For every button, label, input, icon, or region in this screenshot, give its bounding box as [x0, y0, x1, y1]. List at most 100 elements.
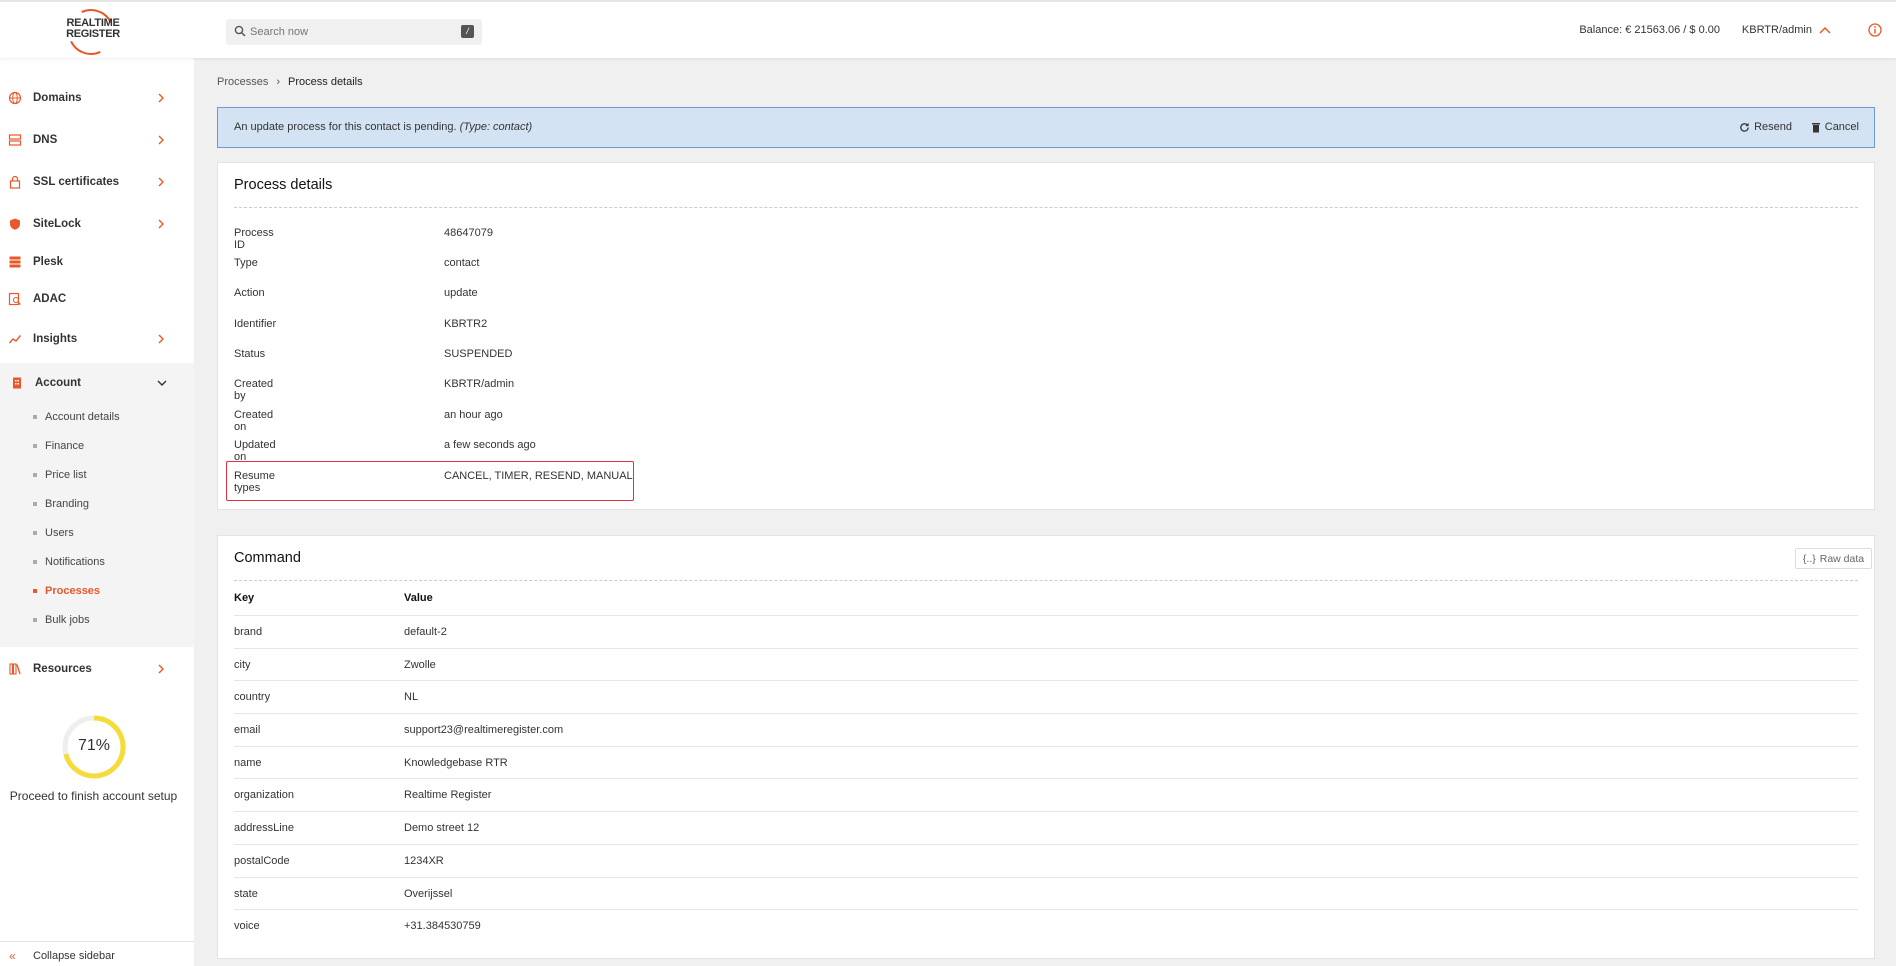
column-header-key: Key: [234, 592, 255, 604]
sidebar-item-label: Insights: [33, 333, 78, 345]
sidebar-subitem-label: Branding: [45, 498, 90, 510]
sidebar-item-plesk[interactable]: Plesk: [0, 242, 194, 282]
building-icon: [13, 377, 21, 389]
refresh-icon: [1740, 122, 1749, 132]
search-box[interactable]: /: [226, 19, 482, 45]
setup-progress-caption[interactable]: Proceed to finish account setup: [0, 789, 187, 803]
sidebar-subitem-label: Price list: [45, 469, 87, 481]
sidebar: Domains DNS SSL certificates SiteLock Pl…: [0, 58, 194, 966]
table-row: addressLine Demo street 12: [234, 811, 1858, 844]
row-value: NL: [404, 691, 419, 703]
bullet-icon: [33, 531, 37, 535]
row-value: Zwolle: [404, 659, 436, 671]
double-chevron-left-icon: «: [9, 949, 16, 963]
sidebar-item-label: SiteLock: [33, 218, 81, 230]
bullet-icon: [33, 589, 37, 593]
sidebar-subitem-processes[interactable]: Processes: [33, 581, 100, 601]
divider: [234, 207, 1858, 208]
row-key: organization: [234, 789, 294, 801]
alert-type-note: (Type: contact): [459, 121, 533, 133]
sidebar-item-ssl-certificates[interactable]: SSL certificates: [0, 162, 194, 202]
collapse-sidebar-button[interactable]: « Collapse sidebar: [0, 941, 194, 966]
sidebar-subitem-label: Users: [45, 527, 74, 539]
table-row: organization Realtime Register: [234, 778, 1858, 811]
row-value: an hour ago: [444, 409, 503, 421]
table-row: voice +31.384530759: [234, 909, 1858, 942]
sidebar-item-domains[interactable]: Domains: [0, 78, 194, 118]
resend-button[interactable]: Resend: [1739, 121, 1792, 133]
search-icon: [234, 25, 246, 37]
sidebar-item-resources[interactable]: Resources: [0, 649, 194, 689]
command-title: Command: [234, 550, 301, 566]
row-key: voice: [234, 920, 260, 932]
sidebar-subitem-finance[interactable]: Finance: [33, 436, 84, 456]
sidebar-subitem-notifications[interactable]: Notifications: [33, 552, 105, 572]
bullet-icon: [33, 618, 37, 622]
search-input[interactable]: [250, 23, 450, 41]
braces-icon: {..}: [1802, 552, 1816, 565]
top-header: REALTIME REGISTER / Balance: € 21563.06 …: [0, 0, 1896, 62]
user-menu[interactable]: KBRTR/admin: [1742, 24, 1832, 36]
chevron-right-icon: [158, 177, 164, 187]
raw-data-label: Raw data: [1819, 552, 1865, 565]
search-shortcut-key: /: [461, 25, 474, 38]
sidebar-subitem-branding[interactable]: Branding: [33, 494, 89, 514]
globe-icon: [8, 91, 22, 105]
row-key: Resume types: [234, 470, 275, 494]
breadcrumb-processes-link[interactable]: Processes: [217, 76, 268, 88]
row-value: 48647079: [444, 227, 493, 239]
sidebar-subitem-bulk-jobs[interactable]: Bulk jobs: [33, 610, 90, 630]
cancel-button[interactable]: Cancel: [1811, 121, 1859, 133]
sidebar-subitem-account-details[interactable]: Account details: [33, 407, 120, 427]
sidebar-item-adac[interactable]: ADAC: [0, 279, 194, 319]
alert-message: An update process for this contact is pe…: [234, 121, 532, 133]
chevron-right-icon: [158, 93, 164, 103]
resend-label: Resend: [1754, 121, 1792, 133]
row-value: support23@realtimeregister.com: [404, 724, 564, 736]
realtime-register-logo[interactable]: REALTIME REGISTER: [58, 2, 128, 62]
sidebar-subitem-users[interactable]: Users: [33, 523, 74, 543]
breadcrumb: Processes › Process details: [217, 76, 363, 88]
chevron-right-icon: [158, 664, 164, 674]
stack-icon: [9, 256, 21, 268]
user-name: KBRTR/admin: [1741, 24, 1812, 36]
table-row: city Zwolle: [234, 648, 1858, 681]
sidebar-item-label: Account: [35, 377, 81, 389]
row-value: KBRTR2: [444, 318, 488, 330]
chevron-right-icon: [158, 135, 164, 145]
table-row: postalCode 1234XR: [234, 844, 1858, 877]
row-key: country: [234, 691, 271, 703]
info-icon[interactable]: [1868, 23, 1882, 37]
sidebar-subitem-price-list[interactable]: Price list: [33, 465, 87, 485]
pending-process-alert: An update process for this contact is pe…: [217, 107, 1875, 148]
row-value: SUSPENDED: [444, 348, 513, 360]
logo-line-2: REGISTER: [66, 28, 120, 40]
raw-data-button[interactable]: {..} Raw data: [1795, 548, 1872, 569]
chevron-right-icon: [158, 219, 164, 229]
table-row: country NL: [234, 680, 1858, 713]
collapse-sidebar-label: Collapse sidebar: [33, 950, 115, 962]
sidebar-item-dns[interactable]: DNS: [0, 120, 194, 160]
command-card: Command {..} Raw data Key Value brand def…: [217, 535, 1875, 959]
sidebar-item-sitelock[interactable]: SiteLock: [0, 204, 194, 244]
row-key: Identifier: [234, 318, 277, 330]
sidebar-subitem-label: Processes: [45, 585, 101, 597]
trash-icon: [1811, 122, 1820, 132]
sidebar-item-account[interactable]: Account: [0, 363, 194, 403]
sidebar-subitem-label: Account details: [45, 411, 120, 423]
sidebar-subitem-label: Notifications: [45, 556, 105, 568]
bullet-icon: [33, 560, 37, 564]
bullet-icon: [33, 473, 37, 477]
server-icon: [8, 134, 22, 146]
row-key: Type: [234, 257, 258, 269]
row-key: Status: [234, 348, 266, 360]
search-doc-icon: [8, 292, 21, 306]
row-key: state: [234, 888, 258, 900]
table-row: email support23@realtimeregister.com: [234, 713, 1858, 746]
chevron-right-icon: [158, 334, 164, 344]
row-key: Created on: [234, 409, 274, 433]
lock-icon: [9, 175, 21, 189]
balance-label: Balance: € 21563.06 / $ 0.00: [1579, 24, 1720, 36]
sidebar-item-insights[interactable]: Insights: [0, 319, 194, 359]
chevron-up-icon: [1819, 26, 1831, 34]
